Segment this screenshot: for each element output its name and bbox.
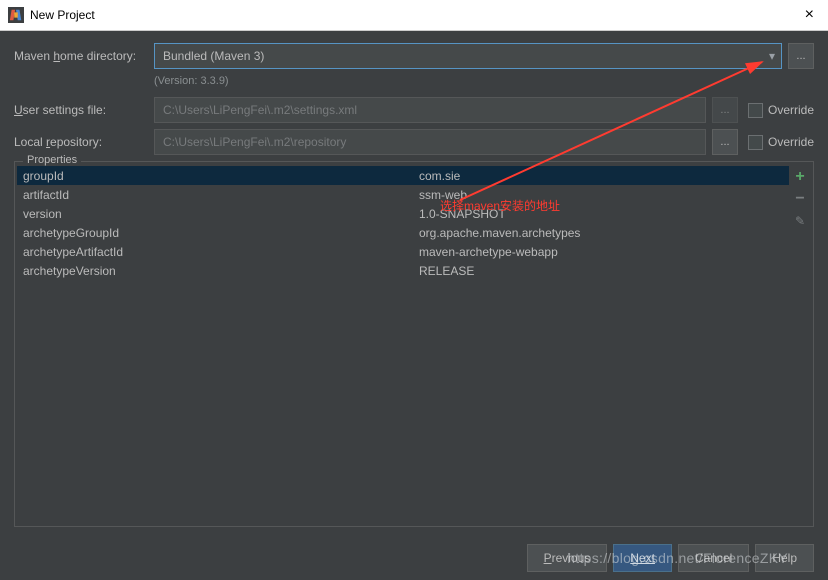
prop-value: org.apache.maven.archetypes [419,226,789,240]
dialog-footer: Previous Next Cancel Help [527,544,814,572]
properties-legend: Properties [23,154,81,166]
maven-version-note: (Version: 3.3.9) [154,75,814,87]
prop-key: groupId [17,169,419,183]
table-row[interactable]: groupIdcom.sie [17,166,789,185]
prop-key: archetypeVersion [17,264,419,278]
local-repo-label: Local repository: [14,135,154,149]
user-settings-override-checkbox[interactable]: Override [748,103,814,118]
table-row[interactable]: archetypeArtifactIdmaven-archetype-webap… [17,242,789,261]
close-icon[interactable]: × [799,6,820,24]
app-icon [8,7,24,23]
help-button[interactable]: Help [755,544,814,572]
table-row[interactable]: version1.0-SNAPSHOT [17,204,789,223]
cancel-button[interactable]: Cancel [678,544,749,572]
local-repo-browse-button[interactable]: ... [712,129,738,155]
add-icon[interactable]: + [793,170,807,184]
next-button[interactable]: Next [613,544,672,572]
maven-home-browse-button[interactable]: ... [788,43,814,69]
user-settings-field: C:\Users\LiPengFei\.m2\settings.xml [154,97,706,123]
properties-toolbar: + − ✎ [789,166,811,280]
prop-key: archetypeGroupId [17,226,419,240]
prop-value: com.sie [419,169,789,183]
remove-icon[interactable]: − [793,192,807,206]
titlebar: New Project × [0,0,828,31]
local-repo-override-checkbox[interactable]: Override [748,135,814,150]
prop-value: maven-archetype-webapp [419,245,789,259]
dialog-body: Maven home directory: Bundled (Maven 3) … [0,31,828,537]
properties-table[interactable]: groupIdcom.sieartifactIdssm-webversion1.… [17,166,789,280]
user-settings-label: User settings file: [14,103,154,117]
prop-key: archetypeArtifactId [17,245,419,259]
maven-home-combo[interactable]: Bundled (Maven 3) ▾ [154,43,782,69]
prop-value: RELEASE [419,264,789,278]
user-settings-browse-button: ... [712,97,738,123]
edit-icon[interactable]: ✎ [793,214,807,228]
prop-value: 1.0-SNAPSHOT [419,207,789,221]
maven-home-value: Bundled (Maven 3) [163,49,264,63]
table-row[interactable]: artifactIdssm-web [17,185,789,204]
local-repo-field: C:\Users\LiPengFei\.m2\repository [154,129,706,155]
chevron-down-icon: ▾ [769,49,775,63]
previous-button[interactable]: Previous [527,544,608,572]
prop-key: version [17,207,419,221]
table-row[interactable]: archetypeVersionRELEASE [17,261,789,280]
properties-group: Properties groupIdcom.sieartifactIdssm-w… [14,161,814,527]
maven-home-label: Maven home directory: [14,49,154,63]
table-row[interactable]: archetypeGroupIdorg.apache.maven.archety… [17,223,789,242]
window-title: New Project [30,8,95,22]
prop-value: ssm-web [419,188,789,202]
prop-key: artifactId [17,188,419,202]
